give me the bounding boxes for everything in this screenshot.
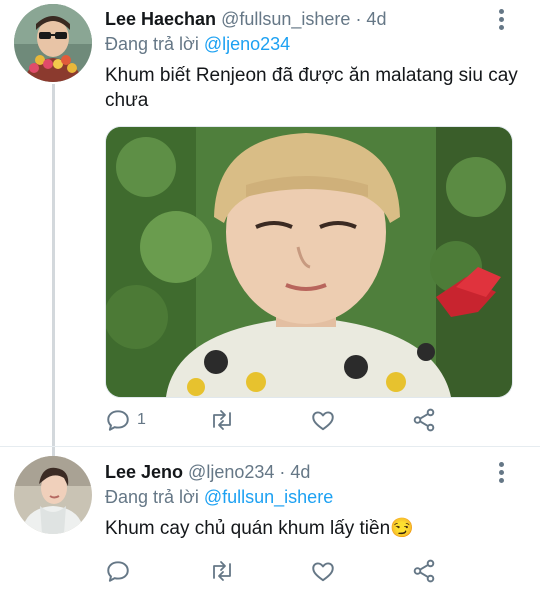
mention-link[interactable]: @ljeno234 [204,34,290,54]
tweet-time[interactable]: · 4d [355,9,386,29]
reply-button[interactable] [105,556,137,586]
author-name[interactable]: Lee Jeno [105,462,183,482]
smirk-emoji: 😏 [390,518,414,539]
share-button[interactable] [411,405,437,435]
author-name[interactable]: Lee Haechan [105,9,216,29]
tweet-divider [0,446,540,447]
more-icon[interactable] [498,9,506,33]
reply-button[interactable]: 1 [105,405,146,435]
tweet-time[interactable]: · 4d [279,462,310,482]
reply-icon [107,561,129,582]
mention-link[interactable]: @fullsun_ishere [204,487,333,507]
tweet-header: Lee Haechan @fullsun_ishere · 4d Đang tr… [105,8,520,113]
like-button[interactable] [310,405,336,435]
tweet-text: Khum biết Renjeon đã được ăn malatang si… [105,65,518,111]
replying-to-label: Đang trả lời [105,487,199,507]
tweet-actions: 1 [105,405,445,435]
replying-to-label: Đang trả lời [105,34,199,54]
tweet-header: Lee Jeno @ljeno234 · 4d Đang trả lời @fu… [105,461,520,541]
retweet-icon [213,561,231,581]
author-handle[interactable]: @ljeno234 [188,462,274,482]
share-icon [413,408,435,432]
retweet-button[interactable] [208,556,236,586]
avatar-lee-jeno[interactable] [14,456,92,534]
replying-to: Đang trả lời @fullsun_ishere [105,486,520,508]
like-icon [312,562,334,582]
avatar-lee-haechan[interactable] [14,4,92,82]
tweet-text-content: Khum cay chủ quán khum lấy tiền [105,518,391,539]
tweet-media-image[interactable] [105,126,513,398]
retweet-icon [213,410,231,430]
reply-icon [107,410,129,431]
like-icon [312,411,334,431]
thread-connector-line [52,84,55,456]
like-button[interactable] [310,556,336,586]
tweet-actions [105,556,445,586]
share-icon [413,559,435,583]
author-handle[interactable]: @fullsun_ishere [221,9,350,29]
reply-count: 1 [137,411,146,428]
share-button[interactable] [411,556,437,586]
retweet-button[interactable] [208,405,236,435]
more-icon[interactable] [498,462,506,486]
tweet-text: Khum cay chủ quán khum lấy tiền😏 [105,516,520,541]
replying-to: Đang trả lời @ljeno234 [105,33,520,55]
